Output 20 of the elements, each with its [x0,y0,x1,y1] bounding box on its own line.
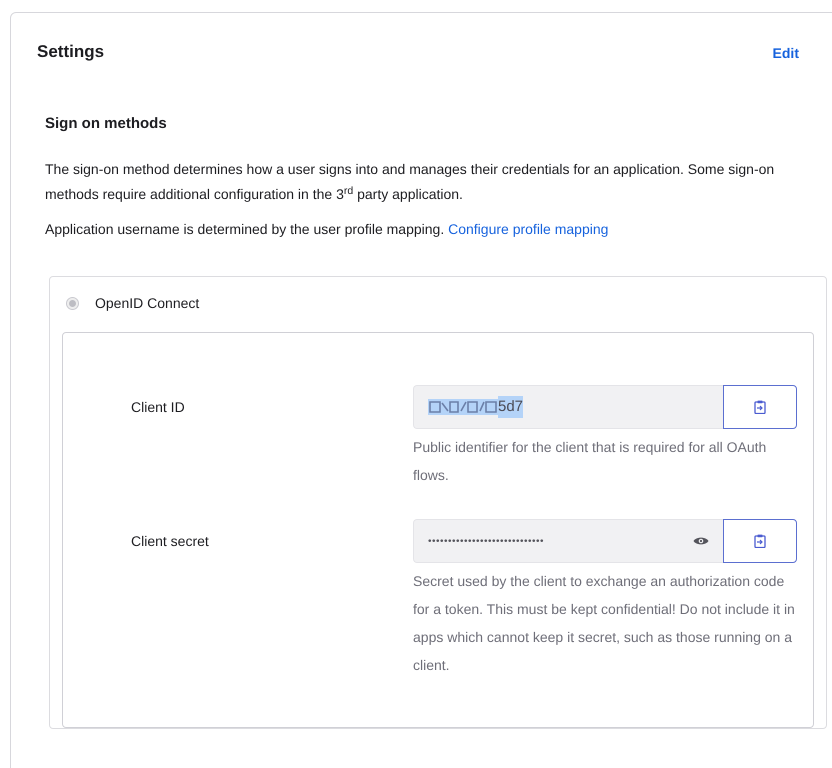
help-text: Secret used by the client to exchange an authorization code for a token. This must be kept confidential! Do not include it in apps which cannot keep it secret, such as those running on a client. [413,572,796,675]
field-label: Client ID [131,399,185,415]
clipboard-icon [754,534,766,548]
profile-mapping-link[interactable]: Configure profile mapping [448,221,608,237]
masked-value: ••••••••••••••••••••••••••••• [428,534,546,548]
description-text: The sign-on method determines how a user signs into and manages their credentials for an application. Some sign-on methods require additional configuration in the 3$^{rd}$ party application. [45,160,776,204]
copy-button[interactable] [723,385,797,429]
client-id-field[interactable]: 5d7 [413,385,723,429]
field-label: Client secret [131,533,209,549]
section-heading: Sign on methods [45,114,168,134]
method-label: OpenID Connect [95,294,200,313]
username-note: Application username is determined by the user profile mapping. Configure profile mapping [45,220,610,239]
client-secret-field[interactable]: ••••••••••••••••••••••••••••• [413,519,723,563]
eye-icon[interactable] [693,536,709,546]
edit-link[interactable]: Edit [772,43,799,64]
panel-title: Settings [37,41,104,63]
copy-button[interactable] [723,519,797,563]
field-value: 5d7 [498,396,524,418]
help-text: Public identifier for the client that is required for all OAuth flows. [413,438,768,485]
clipboard-icon [754,400,766,414]
